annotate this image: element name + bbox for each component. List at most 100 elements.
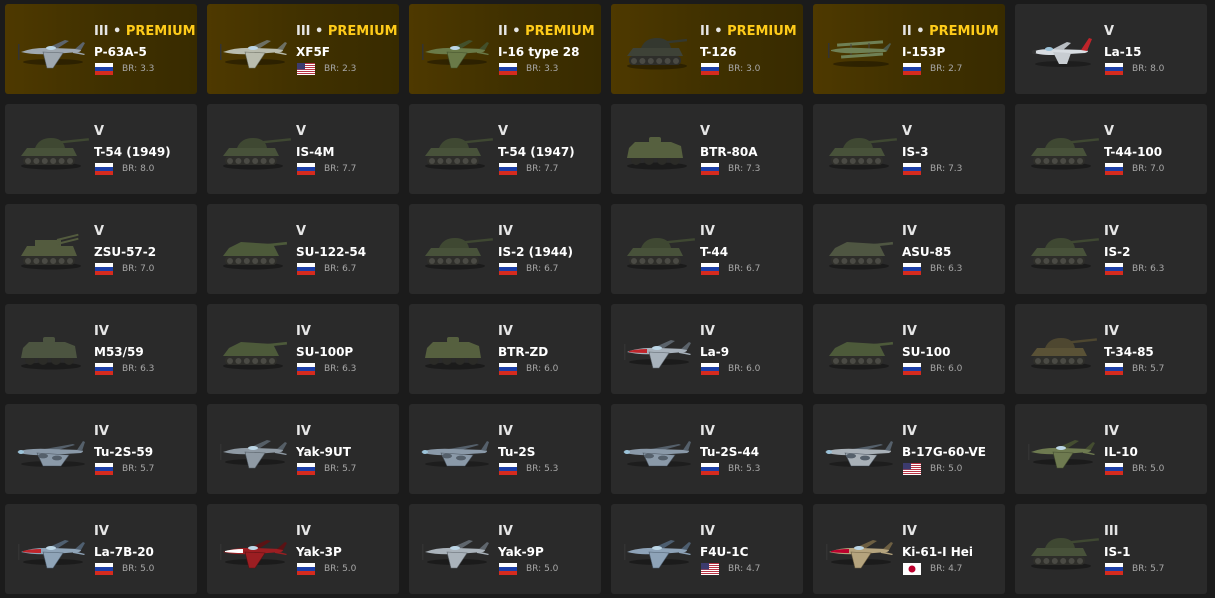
premium-tag: • PREMIUM: [709, 24, 797, 39]
usa-flag-icon: [701, 563, 719, 575]
vehicle-card-p-63a-5[interactable]: III • PREMIUM P-63A-5 BR: 3.3: [5, 4, 197, 94]
vehicle-name: Tu-2S-44: [700, 445, 760, 459]
ussr-flag-icon: [297, 263, 315, 275]
rank-line: IV: [902, 224, 1001, 240]
vehicle-info: V ZSU-57-2 BR: 7.0: [94, 224, 193, 275]
vehicle-card-t-34-85[interactable]: IV T-34-85 BR: 5.7: [1015, 304, 1207, 394]
vehicle-card-t-126[interactable]: II • PREMIUM T-126 BR: 3.0: [611, 4, 803, 94]
vehicle-card-btr-zd[interactable]: IV BTR-ZD BR: 6.0: [409, 304, 601, 394]
p63-plane-icon: [13, 22, 89, 78]
vehicle-card-zsu-57-2[interactable]: V ZSU-57-2 BR: 7.0: [5, 204, 197, 294]
rank-line: V: [498, 124, 597, 140]
battle-rating: BR: 6.7: [728, 264, 760, 274]
vehicle-info: IV Yak-3P BR: 5.0: [296, 524, 395, 575]
ussr-flag-icon: [95, 563, 113, 575]
vehicle-card-i-16-type-28[interactable]: II • PREMIUM I-16 type 28 BR: 3.3: [409, 4, 601, 94]
ussr-flag-icon: [499, 563, 517, 575]
battle-rating: BR: 7.0: [122, 264, 154, 274]
br-value: 5.3: [544, 464, 559, 474]
vehicle-rank: IV: [94, 524, 109, 539]
vehicle-info: V T-54 (1947) BR: 7.7: [498, 124, 597, 175]
rank-line: IV: [700, 424, 799, 440]
usa-flag-icon: [903, 463, 921, 475]
br-prefix: BR:: [728, 464, 744, 474]
vehicle-card-yak-3p[interactable]: IV Yak-3P BR: 5.0: [207, 504, 399, 594]
br-line: BR: 6.0: [498, 363, 597, 375]
vehicle-card-t-54-1947[interactable]: V T-54 (1947) BR: 7.7: [409, 104, 601, 194]
vehicle-name: Ki-61-I Hei: [902, 545, 974, 559]
f4u1c-plane-icon: [619, 522, 695, 578]
br-line: BR: 6.7: [498, 263, 597, 275]
vehicle-card-t-54-1949[interactable]: V T-54 (1949) BR: 8.0: [5, 104, 197, 194]
vehicle-card-su-122-54[interactable]: V SU-122-54 BR: 6.7: [207, 204, 399, 294]
vehicle-card-su-100[interactable]: IV SU-100 BR: 6.0: [813, 304, 1005, 394]
premium-label: PREMIUM: [929, 24, 999, 39]
br-prefix: BR:: [526, 164, 542, 174]
br-line: BR: 8.0: [1104, 63, 1203, 75]
vehicle-card-t-44-100[interactable]: V T-44-100 BR: 7.0: [1015, 104, 1207, 194]
vehicle-info: IV T-34-85 BR: 5.7: [1104, 324, 1203, 375]
vehicle-card-is-3[interactable]: V IS-3 BR: 7.3: [813, 104, 1005, 194]
vehicle-card-is-4m[interactable]: V IS-4M BR: 7.7: [207, 104, 399, 194]
vehicle-card-t-44[interactable]: IV T-44 BR: 6.7: [611, 204, 803, 294]
br-line: BR: 5.7: [1104, 563, 1203, 575]
vehicle-card-is-2-1944[interactable]: IV IS-2 (1944) BR: 6.7: [409, 204, 601, 294]
br-prefix: BR:: [930, 464, 946, 474]
vehicle-name: Yak-3P: [296, 545, 342, 559]
vehicle-card-su-100p[interactable]: IV SU-100P BR: 6.3: [207, 304, 399, 394]
rank-line: III • PREMIUM: [296, 24, 398, 40]
vehicle-card-la-9[interactable]: IV La-9 BR: 6.0: [611, 304, 803, 394]
vehicle-card-f4u-1c[interactable]: IV F4U-1C BR: 4.7: [611, 504, 803, 594]
vehicle-card-asu-85[interactable]: IV ASU-85 BR: 6.3: [813, 204, 1005, 294]
vehicle-card-la-7b-20[interactable]: IV La-7B-20 BR: 5.0: [5, 504, 197, 594]
vehicle-card-is-1[interactable]: III IS-1 BR: 5.7: [1015, 504, 1207, 594]
vehicle-info: IV IS-2 (1944) BR: 6.7: [498, 224, 597, 275]
vehicle-card-b-17g-60-ve[interactable]: IV B-17G-60-VE BR: 5.0: [813, 404, 1005, 494]
vehicle-card-is-2[interactable]: IV IS-2 BR: 6.3: [1015, 204, 1207, 294]
vehicle-card-i-153p[interactable]: II • PREMIUM I-153P BR: 2.7: [813, 4, 1005, 94]
br-value: 6.0: [544, 364, 559, 374]
vehicle-card-yak-9p[interactable]: IV Yak-9P BR: 5.0: [409, 504, 601, 594]
br-value: 4.7: [746, 564, 761, 574]
br-prefix: BR:: [930, 264, 946, 274]
tu2s59-bomber-icon: [13, 422, 89, 478]
ussr-flag-icon: [499, 163, 517, 175]
br-value: 5.7: [342, 464, 357, 474]
vehicle-card-il-10[interactable]: IV IL-10 BR: 5.0: [1015, 404, 1207, 494]
vehicle-card-xf5f[interactable]: III • PREMIUM XF5F BR: 2.3: [207, 4, 399, 94]
premium-tag: • PREMIUM: [108, 24, 196, 39]
vehicle-rank: II: [700, 24, 710, 39]
vehicle-rank: V: [498, 124, 509, 139]
vehicle-name: XF5F: [296, 45, 330, 59]
br-prefix: BR:: [122, 464, 138, 474]
vehicle-card-m53-59[interactable]: IV M53/59 BR: 6.3: [5, 304, 197, 394]
battle-rating: BR: 4.7: [728, 564, 760, 574]
br-prefix: BR:: [526, 264, 542, 274]
br-line: BR: 7.7: [498, 163, 597, 175]
vehicle-rank: IV: [296, 324, 311, 339]
vehicle-card-tu-2s-44[interactable]: IV Tu-2S-44 BR: 5.3: [611, 404, 803, 494]
vehicle-grid: III • PREMIUM P-63A-5 BR: 3.3 III • PREM…: [0, 0, 1215, 594]
rank-line: IV: [902, 424, 1001, 440]
vehicle-card-ki-61-i-hei[interactable]: IV Ki-61-I Hei BR: 4.7: [813, 504, 1005, 594]
premium-label: PREMIUM: [525, 24, 595, 39]
vehicle-card-btr-80a[interactable]: V BTR-80A BR: 7.3: [611, 104, 803, 194]
vehicle-card-tu-2s[interactable]: IV Tu-2S BR: 5.3: [409, 404, 601, 494]
vehicle-card-yak-9ut[interactable]: IV Yak-9UT BR: 5.7: [207, 404, 399, 494]
rank-line: V: [296, 124, 395, 140]
ussr-flag-icon: [903, 63, 921, 75]
vehicle-rank: IV: [498, 224, 513, 239]
t44-tank-icon: [619, 222, 695, 278]
vehicle-name: IS-3: [902, 145, 929, 159]
yak3p-plane-icon: [215, 522, 291, 578]
rank-line: IV: [94, 524, 193, 540]
premium-tag: • PREMIUM: [911, 24, 999, 39]
japan-flag-icon: [903, 563, 921, 575]
vehicle-info: IV Yak-9UT BR: 5.7: [296, 424, 395, 475]
battle-rating: BR: 3.3: [526, 64, 558, 74]
vehicle-card-la-15[interactable]: V La-15 BR: 8.0: [1015, 4, 1207, 94]
br-value: 7.0: [140, 264, 155, 274]
br-value: 3.3: [544, 64, 559, 74]
battle-rating: BR: 7.3: [930, 164, 962, 174]
vehicle-card-tu-2s-59[interactable]: IV Tu-2S-59 BR: 5.7: [5, 404, 197, 494]
